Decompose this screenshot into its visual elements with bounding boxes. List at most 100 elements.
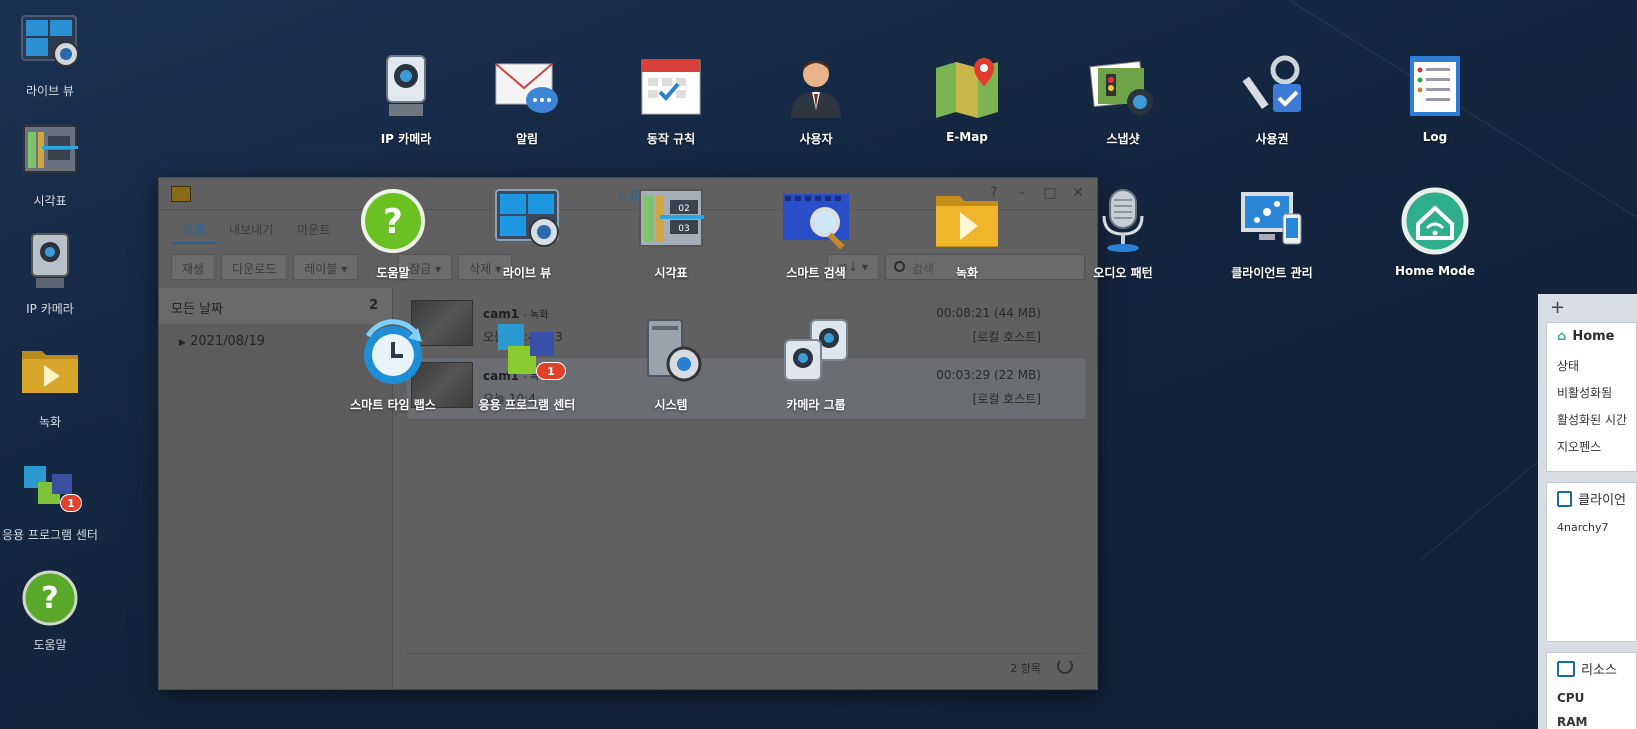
widget-row: CPU [1557,691,1585,705]
help-icon: ? [358,186,428,256]
desktop-shortcut-label: 응용 프로그램 센터 [2,528,98,542]
desktop-shortcut-label: 도움말 [33,638,67,652]
launcher-app-snapshot[interactable]: 스냅샷 [1058,52,1188,147]
desktop-shortcut-package-center[interactable]: 1 응용 프로그램 센터 [0,458,100,543]
launcher-app-emap[interactable]: E-Map [902,52,1032,144]
launcher-app-help[interactable]: ? 도움말 [328,186,458,281]
recording-icon [932,186,1002,256]
timeline-icon: 02 03 [636,186,706,256]
add-widget-button[interactable]: + [1538,294,1637,322]
tree-item-count: 2 [368,298,378,313]
play-button[interactable]: 재생 [171,254,216,280]
launcher-app-camera-group[interactable]: 카메라 그룹 [751,318,881,413]
item-count: 2 항목 [1010,662,1041,675]
svg-text:02: 02 [678,204,689,214]
tree-item-label: 2021/08/19 [190,334,265,349]
launcher-app-label: 스냅샷 [1106,132,1140,146]
widget-row: 활성화된 시간 [1557,413,1628,427]
system-icon [636,318,706,388]
launcher-app-label: 스마트 검색 [786,266,846,280]
launcher-app-label: 클라이언트 관리 [1231,266,1313,280]
desktop-shortcut-label: 라이브 뷰 [26,84,74,98]
maximize-button[interactable]: □ [1041,184,1059,202]
ip-camera-icon [371,52,441,122]
launcher-app-label: 응용 프로그램 센터 [478,398,576,412]
recording-host: [로컬 호스트] [972,330,1041,344]
action-rule-icon [636,52,706,122]
desktop-shortcut-live-view[interactable]: 라이브 뷰 [0,14,100,99]
launcher-app-smart-search[interactable]: 스마트 검색 [751,186,881,281]
launcher-app-label: 녹화 [955,266,979,280]
launcher-app-user[interactable]: 사용자 [751,52,881,147]
launcher-app-label: 라이브 뷰 [502,266,552,280]
smart-search-icon [781,186,851,256]
package-center-icon: 1 [20,458,82,518]
widget-title: 리소스 [1581,663,1617,678]
widget-row: 4narchy7 [1557,521,1609,534]
notification-badge: 1 [536,362,566,380]
desktop-shortcut-label: 녹화 [38,415,62,429]
launcher-app-system[interactable]: 시스템 [606,318,736,413]
desktop-shortcut-label: IP 카메라 [26,302,74,316]
launcher-app-label: 시스템 [654,398,688,412]
camera-group-icon [781,318,851,388]
snapshot-icon [1088,52,1158,122]
launcher-app-label: IP 카메라 [380,132,432,146]
notification-badge: 1 [60,494,82,512]
desktop-shortcut-label: 시각표 [33,194,67,208]
launcher-app-client-management[interactable]: 클라이언트 관리 [1207,186,1337,281]
ip-camera-icon [20,232,80,292]
launcher-app-label: 도움말 [376,266,410,280]
home-mode-widget: ⌂ Home 상태 비활성화됨 활성화된 시간 지오펜스 [1546,322,1637,472]
tab-export[interactable]: 내보내기 [217,214,285,244]
emap-icon [932,52,1002,122]
status-bar: 2 항목 [407,653,1085,677]
download-button[interactable]: 다운로드 [221,254,288,280]
widget-row: 비활성화됨 [1557,386,1613,400]
help-icon: ? [20,568,80,628]
launcher-app-ip-camera[interactable]: IP 카메라 [341,52,471,147]
client-icon [1557,490,1573,507]
launcher-app-label: 사용자 [799,132,833,146]
widget-panel: + ⌂ Home 상태 비활성화됨 활성화된 시간 지오펜스 클라이언 4narc… [1538,294,1637,729]
launcher-app-package-center[interactable]: 1 응용 프로그램 센터 [462,318,592,413]
launcher-app-label: Home Mode [1394,264,1476,278]
launcher-app-time-lapse[interactable]: 스마트 타임 랩스 [328,318,458,413]
notification-icon [492,52,562,122]
svg-text:?: ? [41,581,58,616]
live-view-icon [20,14,80,74]
tab-list[interactable]: 목록 [171,214,218,244]
launcher-app-label: 오디오 패턴 [1093,266,1153,280]
widget-title: 클라이언 [1578,493,1626,508]
launcher-app-label: 카메라 그룹 [786,398,846,412]
package-center-icon: 1 [492,318,566,388]
launcher-app-log[interactable]: Log [1370,52,1500,144]
desktop-shortcut-recording[interactable]: 녹화 [0,345,100,430]
launcher-app-notification[interactable]: 알림 [462,52,592,147]
launcher-app-audio-pattern[interactable]: 오디오 패턴 [1058,186,1188,281]
recording-duration: 00:08:21 (44 MB) [936,306,1041,320]
expand-arrow-icon[interactable]: ▶ [179,338,186,348]
launcher-app-license[interactable]: 사용권 [1207,52,1337,147]
client-widget: 클라이언 4narchy7 [1546,482,1637,642]
launcher-app-timeline[interactable]: 02 03 시각표 [606,186,736,281]
tree-item-label: 모든 날짜 [171,302,223,317]
launcher-app-live-view[interactable]: 라이브 뷰 [462,186,592,281]
launcher-app-label: 시각표 [654,266,688,280]
live-view-icon [492,186,562,256]
log-icon [1400,52,1470,122]
launcher-app-label: E-Map [946,130,988,144]
resource-monitor-icon [1557,660,1575,677]
desktop-shortcut-timeline[interactable]: 시각표 [0,124,100,209]
launcher-app-label: Log [1422,130,1448,144]
launcher-app-home-mode[interactable]: Home Mode [1370,186,1500,278]
refresh-icon[interactable] [1057,658,1073,674]
desktop-shortcut-ip-camera[interactable]: IP 카메라 [0,232,100,317]
desktop-shortcut-help[interactable]: ? 도움말 [0,568,100,653]
timeline-icon [20,124,80,184]
recording-host: [로컬 호스트] [972,392,1041,406]
launcher-app-action-rule[interactable]: 동작 규칙 [606,52,736,147]
launcher-app-recording[interactable]: 녹화 [902,186,1032,281]
widget-title: Home [1572,329,1615,344]
time-lapse-icon [358,318,428,388]
